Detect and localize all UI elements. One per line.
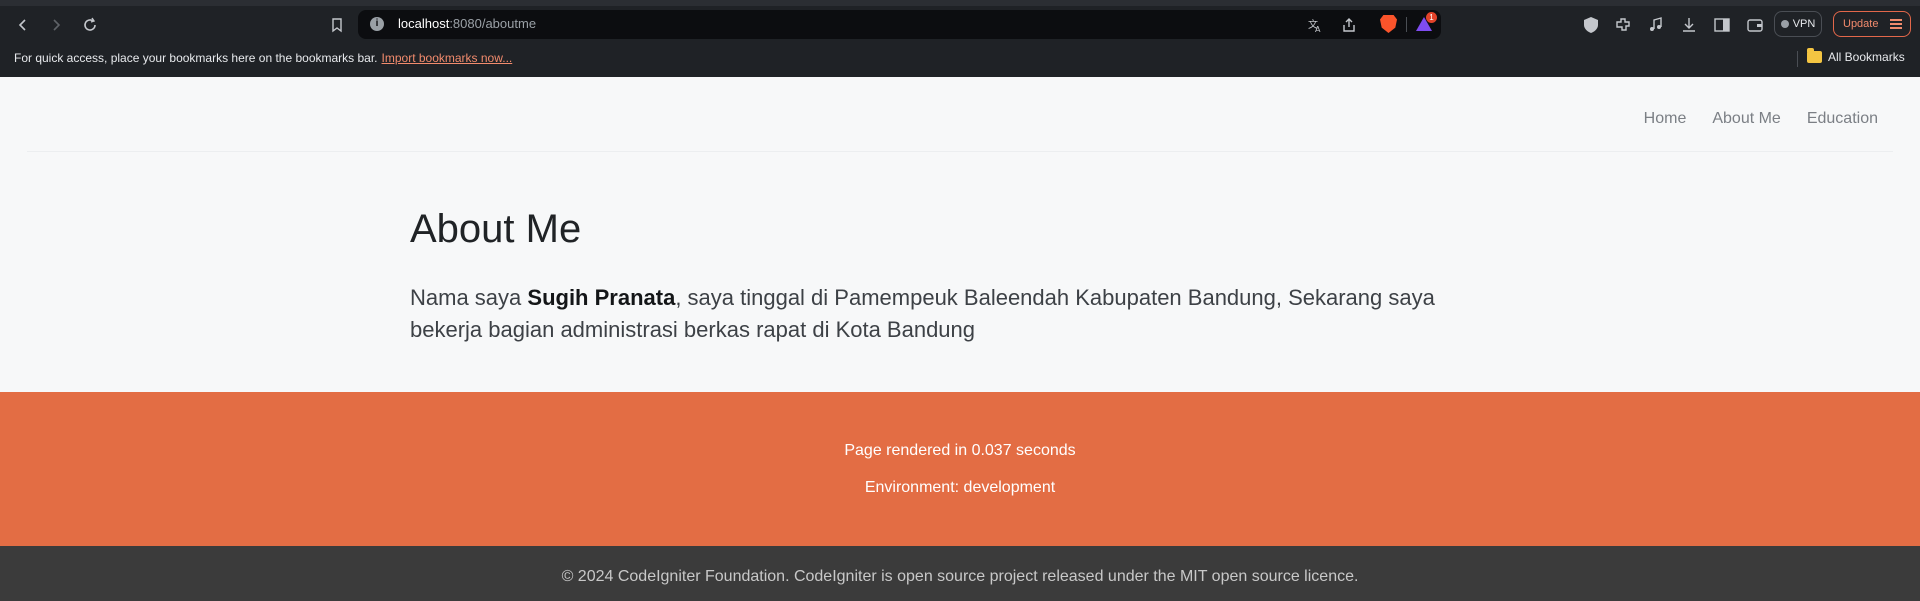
reload-button[interactable] bbox=[80, 15, 100, 35]
back-button[interactable] bbox=[13, 15, 33, 35]
urlbar-divider bbox=[1406, 17, 1407, 32]
bookmarks-prompt: For quick access, place your bookmarks h… bbox=[14, 51, 513, 65]
vpn-status-icon bbox=[1780, 20, 1789, 28]
address-bar[interactable]: i localhost:8080/aboutme 文A 1 bbox=[358, 10, 1441, 39]
download-icon[interactable] bbox=[1680, 16, 1698, 34]
sidebar-icon[interactable] bbox=[1713, 16, 1731, 34]
brave-shields-icon[interactable] bbox=[1380, 15, 1397, 33]
footer-environment: Page rendered in 0.037 seconds Environme… bbox=[0, 392, 1920, 546]
main-nav: Home About Me Education bbox=[1644, 110, 1878, 128]
url-text[interactable]: localhost:8080/aboutme bbox=[398, 16, 536, 31]
reload-icon bbox=[84, 17, 96, 31]
render-time-text: Page rendered in 0.037 seconds bbox=[844, 442, 1076, 459]
update-button[interactable]: Update bbox=[1833, 11, 1911, 37]
svg-text:A: A bbox=[1315, 25, 1321, 33]
browser-toolbar: i localhost:8080/aboutme 文A 1 VPN Update bbox=[0, 6, 1920, 42]
forward-icon bbox=[53, 19, 61, 31]
forward-button[interactable] bbox=[46, 15, 66, 35]
share-icon[interactable] bbox=[1341, 17, 1357, 33]
nav-about-me-link[interactable]: About Me bbox=[1712, 110, 1780, 128]
footer-copyright: © 2024 CodeIgniter Foundation. CodeIgnit… bbox=[0, 546, 1920, 601]
update-label: Update bbox=[1843, 18, 1879, 30]
rewards-badge: 1 bbox=[1426, 12, 1437, 23]
bookmarks-bar: For quick access, place your bookmarks h… bbox=[0, 42, 1920, 77]
all-bookmarks-label: All Bookmarks bbox=[1828, 50, 1905, 64]
nav-education-link[interactable]: Education bbox=[1807, 110, 1878, 128]
intro-paragraph: Nama saya Sugih Pranata, saya tinggal di… bbox=[410, 285, 1435, 342]
site-info-icon[interactable]: i bbox=[370, 17, 384, 31]
main-content: About Me Nama saya Sugih Pranata, saya t… bbox=[0, 152, 1920, 392]
all-bookmarks-button[interactable]: All Bookmarks bbox=[1807, 48, 1905, 64]
bookmarks-divider bbox=[1797, 51, 1798, 67]
copyright-text: © 2024 CodeIgniter Foundation. CodeIgnit… bbox=[561, 568, 1359, 585]
vpn-label: VPN bbox=[1792, 18, 1816, 30]
shield-icon[interactable] bbox=[1582, 16, 1600, 34]
nav-home-link[interactable]: Home bbox=[1644, 110, 1687, 128]
person-name: Sugih Pranata bbox=[527, 285, 676, 310]
music-icon[interactable] bbox=[1647, 16, 1665, 34]
environment-text: Environment: development bbox=[864, 479, 1056, 496]
import-bookmarks-link[interactable]: Import bookmarks now... bbox=[382, 51, 513, 65]
translate-icon[interactable]: 文A bbox=[1307, 17, 1323, 33]
bookmark-icon bbox=[332, 18, 342, 33]
menu-icon bbox=[1890, 19, 1902, 29]
folder-icon bbox=[1807, 48, 1822, 63]
bookmark-button[interactable] bbox=[327, 15, 347, 35]
site-header: Home About Me Education bbox=[0, 77, 1920, 152]
extensions-icon[interactable] bbox=[1614, 16, 1632, 34]
page-title: About Me bbox=[410, 207, 582, 251]
back-icon bbox=[18, 19, 26, 31]
wallet-icon[interactable] bbox=[1746, 16, 1764, 34]
vpn-button[interactable]: VPN bbox=[1774, 11, 1822, 37]
